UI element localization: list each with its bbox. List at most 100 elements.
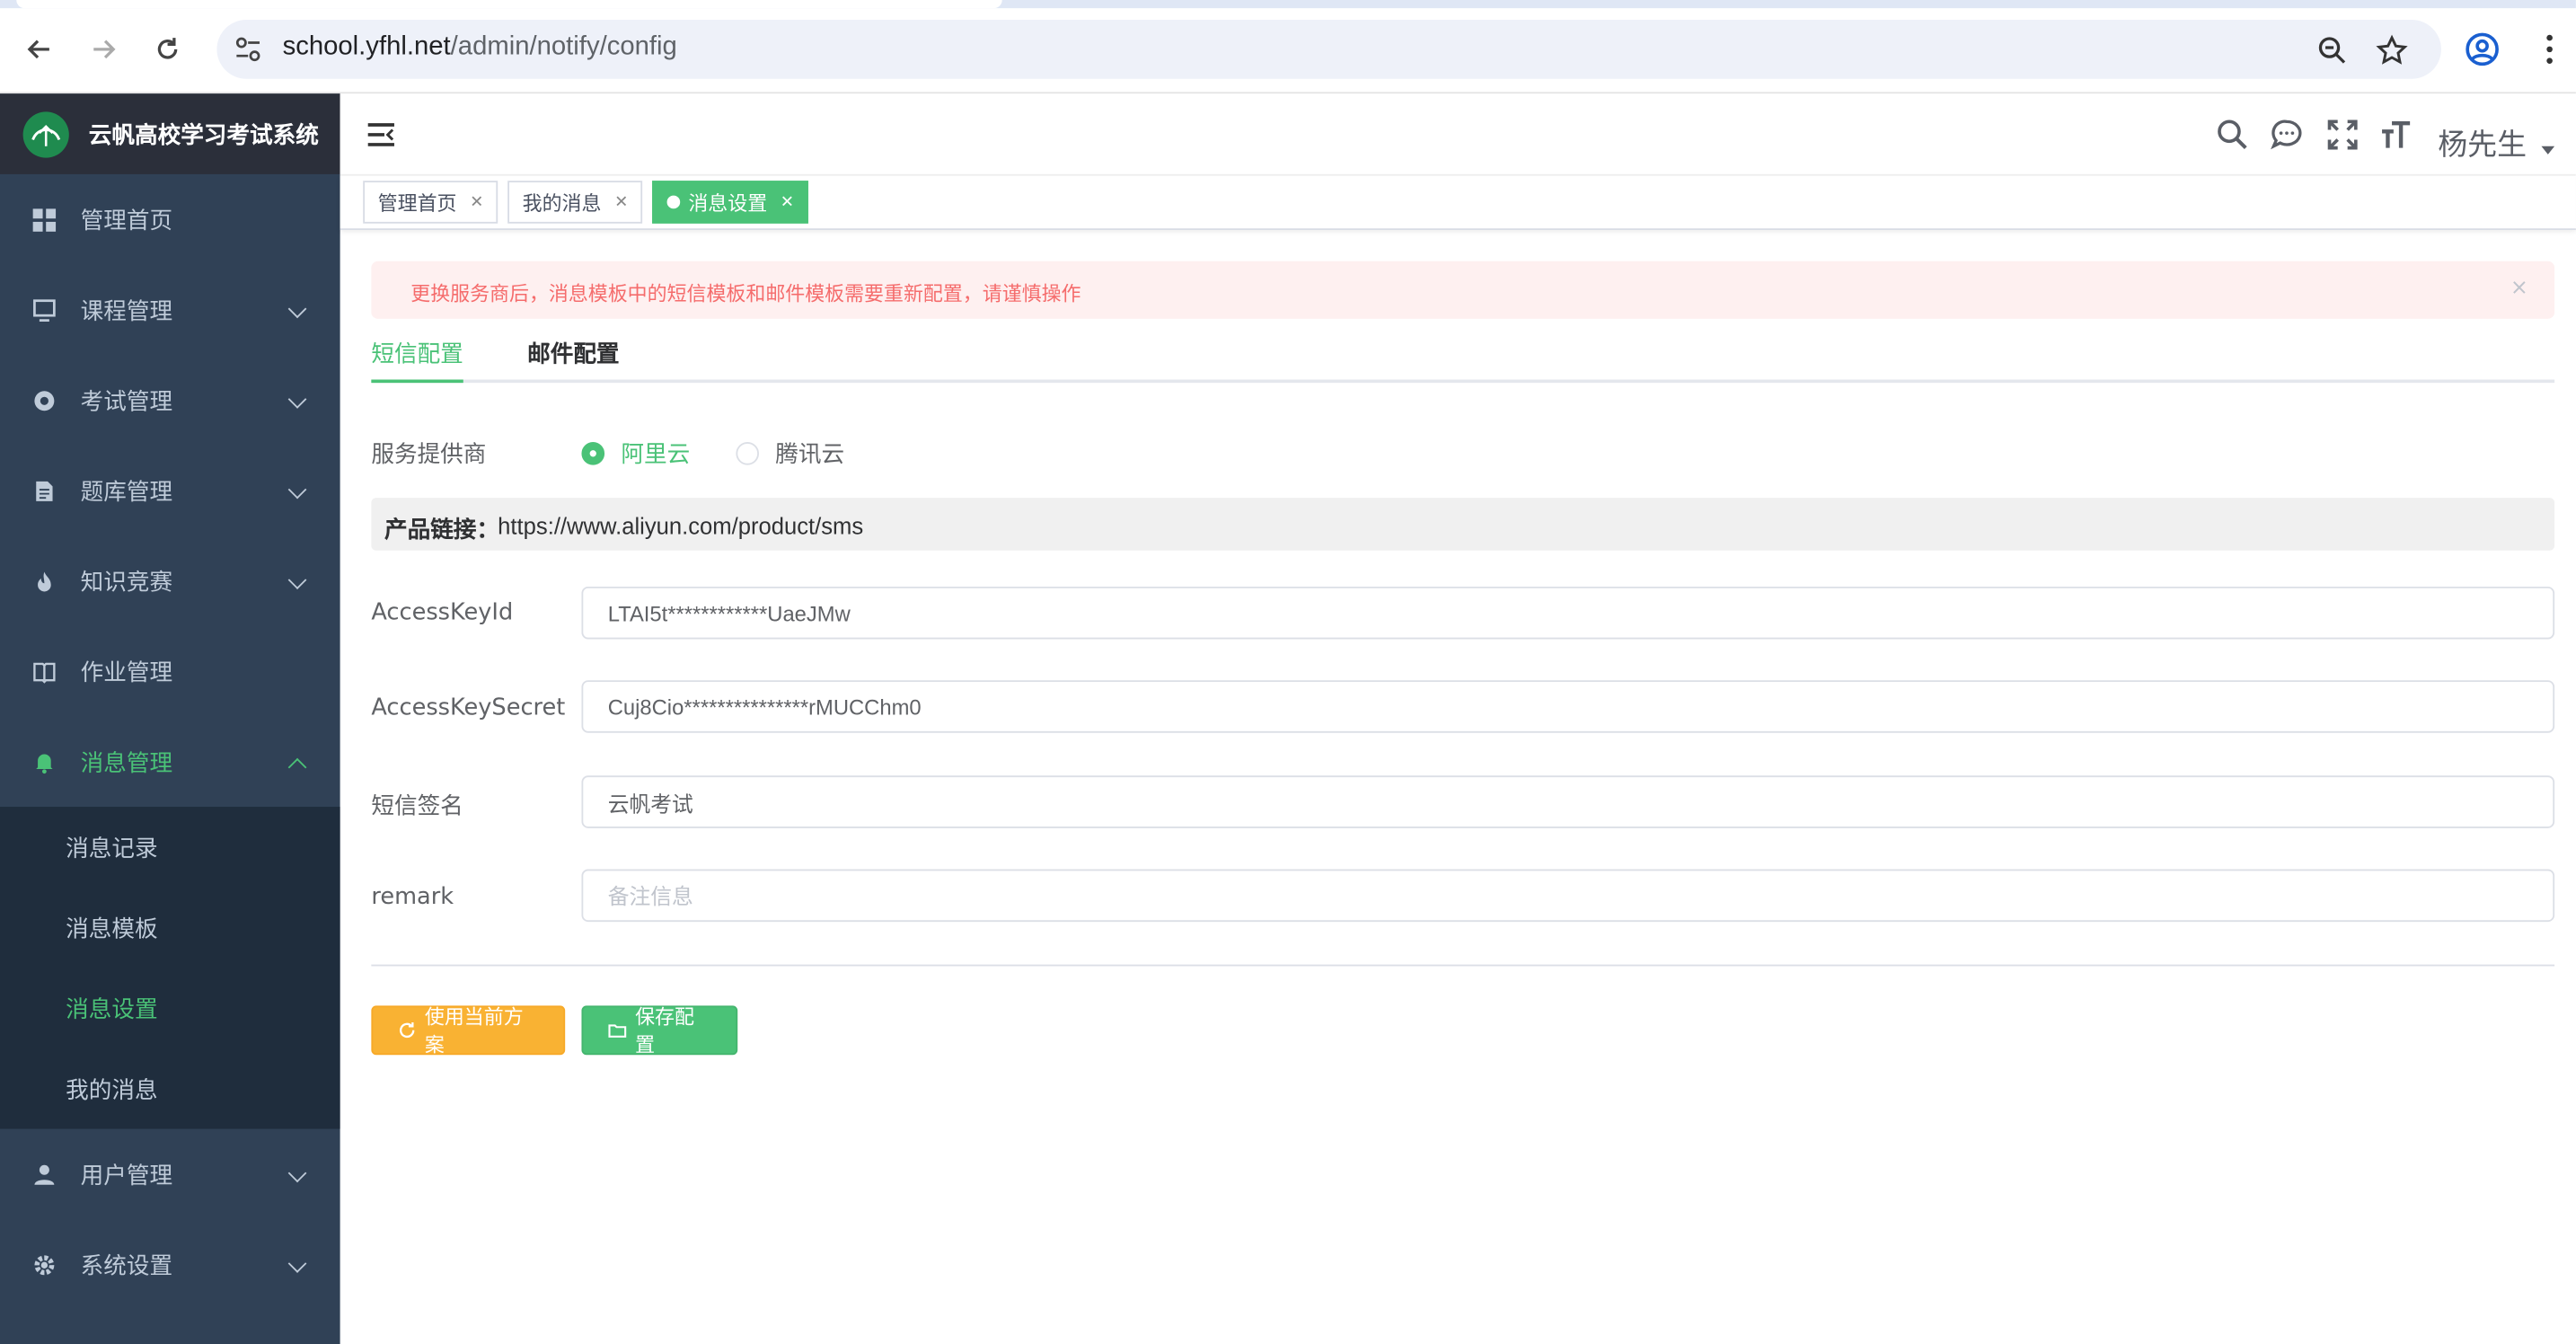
active-tab-indicator (371, 379, 463, 384)
sidebar-item-users[interactable]: 用户管理 (0, 1129, 340, 1220)
address-bar[interactable]: school.yfhl.net/admin/notify/config (216, 19, 2441, 79)
sidebar-item-system-settings[interactable]: 系统设置 (0, 1219, 340, 1310)
chevron-down-icon (287, 570, 307, 589)
sidebar-subitem-message-templates[interactable]: 消息模板 (0, 888, 340, 968)
search-icon[interactable] (2216, 119, 2249, 152)
sidebar-item-label: 考试管理 (80, 388, 173, 415)
radio-label: 腾讯云 (775, 442, 845, 469)
sms-signature-field[interactable] (581, 775, 2555, 828)
aperture-icon (33, 389, 57, 412)
sidebar-item-question-bank[interactable]: 题库管理 (0, 446, 340, 536)
tags-view: 管理首页 ✕ 我的消息 ✕ 消息设置 ✕ (340, 175, 2576, 231)
tag-message-settings[interactable]: 消息设置 ✕ (652, 181, 809, 224)
close-icon[interactable]: ✕ (781, 193, 794, 211)
bell-icon (33, 750, 57, 774)
remark-label: remark (371, 884, 454, 911)
chevron-down-icon (287, 390, 307, 409)
monitor-icon (33, 298, 57, 322)
access-key-id-field[interactable] (581, 586, 2555, 640)
fullscreen-icon[interactable] (2326, 119, 2360, 152)
sidebar-item-competition[interactable]: 知识竞赛 (0, 535, 340, 626)
radio-checked-icon (581, 442, 605, 465)
product-link-url[interactable]: https://www.aliyun.com/product/sms (498, 513, 863, 539)
sidebar-item-label: 知识竞赛 (80, 569, 173, 597)
radio-tencent[interactable]: 腾讯云 (736, 438, 844, 471)
site-settings-icon[interactable] (234, 34, 263, 64)
close-icon[interactable]: ✕ (614, 193, 628, 211)
caret-down-icon[interactable] (2541, 146, 2555, 155)
form-divider (371, 964, 2555, 967)
sidebar-item-courses[interactable]: 课程管理 (0, 264, 340, 355)
chevron-down-icon (287, 480, 307, 500)
tab-sms-config[interactable]: 短信配置 (371, 337, 463, 370)
fire-icon (33, 570, 57, 593)
radio-aliyun[interactable]: 阿里云 (581, 438, 690, 471)
chevron-down-icon (287, 1254, 307, 1273)
access-key-id-input[interactable] (583, 588, 2554, 638)
access-key-id-label: AccessKeyId (371, 599, 514, 626)
top-navbar: 杨先生 (340, 93, 2576, 176)
chevron-up-icon (287, 757, 307, 777)
browser-tabstrip (0, 0, 2576, 9)
alert-text: 更换服务商后，消息模板中的短信模板和邮件模板需要重新配置，请谨慎操作 (410, 282, 1081, 306)
logo-icon (22, 111, 69, 157)
font-size-icon[interactable] (2380, 119, 2413, 152)
browser-toolbar: school.yfhl.net/admin/notify/config (0, 0, 2576, 94)
sidebar: 云帆高校学习考试系统 管理首页 课程管理 考试管理 题库管理 知识竞赛 作业管理… (0, 93, 340, 1344)
sidebar-item-exams[interactable]: 考试管理 (0, 355, 340, 446)
access-key-secret-label: AccessKeySecret (371, 694, 566, 721)
brand[interactable]: 云帆高校学习考试系统 (0, 93, 340, 174)
config-tabs: 短信配置 邮件配置 (371, 331, 2555, 384)
sidebar-subitem-message-records[interactable]: 消息记录 (0, 807, 340, 888)
provider-label: 服务提供商 (371, 442, 487, 469)
reload-icon[interactable] (148, 30, 188, 69)
browser-active-tab[interactable] (16, 0, 1002, 9)
product-link-box: 产品链接： https://www.aliyun.com/product/sms (371, 498, 2555, 551)
save-config-button[interactable]: 保存配置 (581, 1005, 738, 1057)
active-dot-icon (666, 195, 681, 209)
alert-close-icon[interactable]: × (2510, 276, 2528, 300)
tab-email-config[interactable]: 邮件配置 (527, 337, 619, 370)
warning-alert: 更换服务商后，消息模板中的短信模板和邮件模板需要重新配置，请谨慎操作 × (371, 261, 2555, 319)
chat-icon[interactable] (2271, 119, 2304, 152)
sidebar-item-label: 课程管理 (80, 297, 173, 325)
sidebar-item-messages[interactable]: 消息管理 (0, 716, 340, 807)
sidebar-item-label: 用户管理 (80, 1163, 173, 1189)
remark-field[interactable] (581, 869, 2555, 923)
sidebar-item-label: 管理首页 (80, 208, 173, 234)
sidebar-item-label: 消息管理 (80, 749, 173, 777)
product-link-label: 产品链接： (384, 517, 500, 544)
document-icon (33, 479, 57, 502)
close-icon[interactable]: ✕ (470, 193, 483, 211)
remark-input[interactable] (583, 871, 2554, 921)
sidebar-item-dashboard[interactable]: 管理首页 (0, 174, 340, 265)
sidebar-subitem-message-settings[interactable]: 消息设置 (0, 968, 340, 1048)
sidebar-subitem-my-messages[interactable]: 我的消息 (0, 1048, 340, 1129)
forward-arrow-icon[interactable] (84, 30, 123, 69)
radio-label: 阿里云 (621, 442, 691, 469)
sidebar-item-homework[interactable]: 作业管理 (0, 626, 340, 717)
bookmark-star-icon[interactable] (2376, 34, 2409, 67)
profile-icon[interactable] (2463, 30, 2502, 69)
url-path: /admin/notify/config (450, 32, 677, 61)
browser-menu-icon[interactable] (2530, 30, 2570, 69)
tag-dashboard[interactable]: 管理首页 ✕ (363, 181, 498, 224)
url-text[interactable]: school.yfhl.net/admin/notify/config (283, 33, 677, 63)
zoom-icon[interactable] (2316, 34, 2350, 67)
folder-icon (608, 1024, 627, 1038)
back-arrow-icon[interactable] (20, 30, 59, 69)
book-icon (33, 659, 57, 683)
use-current-scheme-button[interactable]: 使用当前方案 (371, 1005, 566, 1057)
sms-signature-input[interactable] (583, 777, 2554, 827)
gear-icon (33, 1253, 57, 1277)
refresh-icon (400, 1021, 415, 1039)
hamburger-icon[interactable] (366, 120, 396, 150)
tag-label: 管理首页 (377, 191, 457, 215)
tag-label: 消息设置 (688, 191, 768, 215)
tag-my-messages[interactable]: 我的消息 ✕ (507, 181, 643, 224)
username[interactable]: 杨先生 (2438, 121, 2527, 164)
sidebar-item-label: 作业管理 (80, 659, 173, 686)
access-key-secret-input[interactable] (583, 682, 2554, 731)
button-label: 使用当前方案 (424, 1005, 524, 1057)
access-key-secret-field[interactable] (581, 680, 2555, 733)
